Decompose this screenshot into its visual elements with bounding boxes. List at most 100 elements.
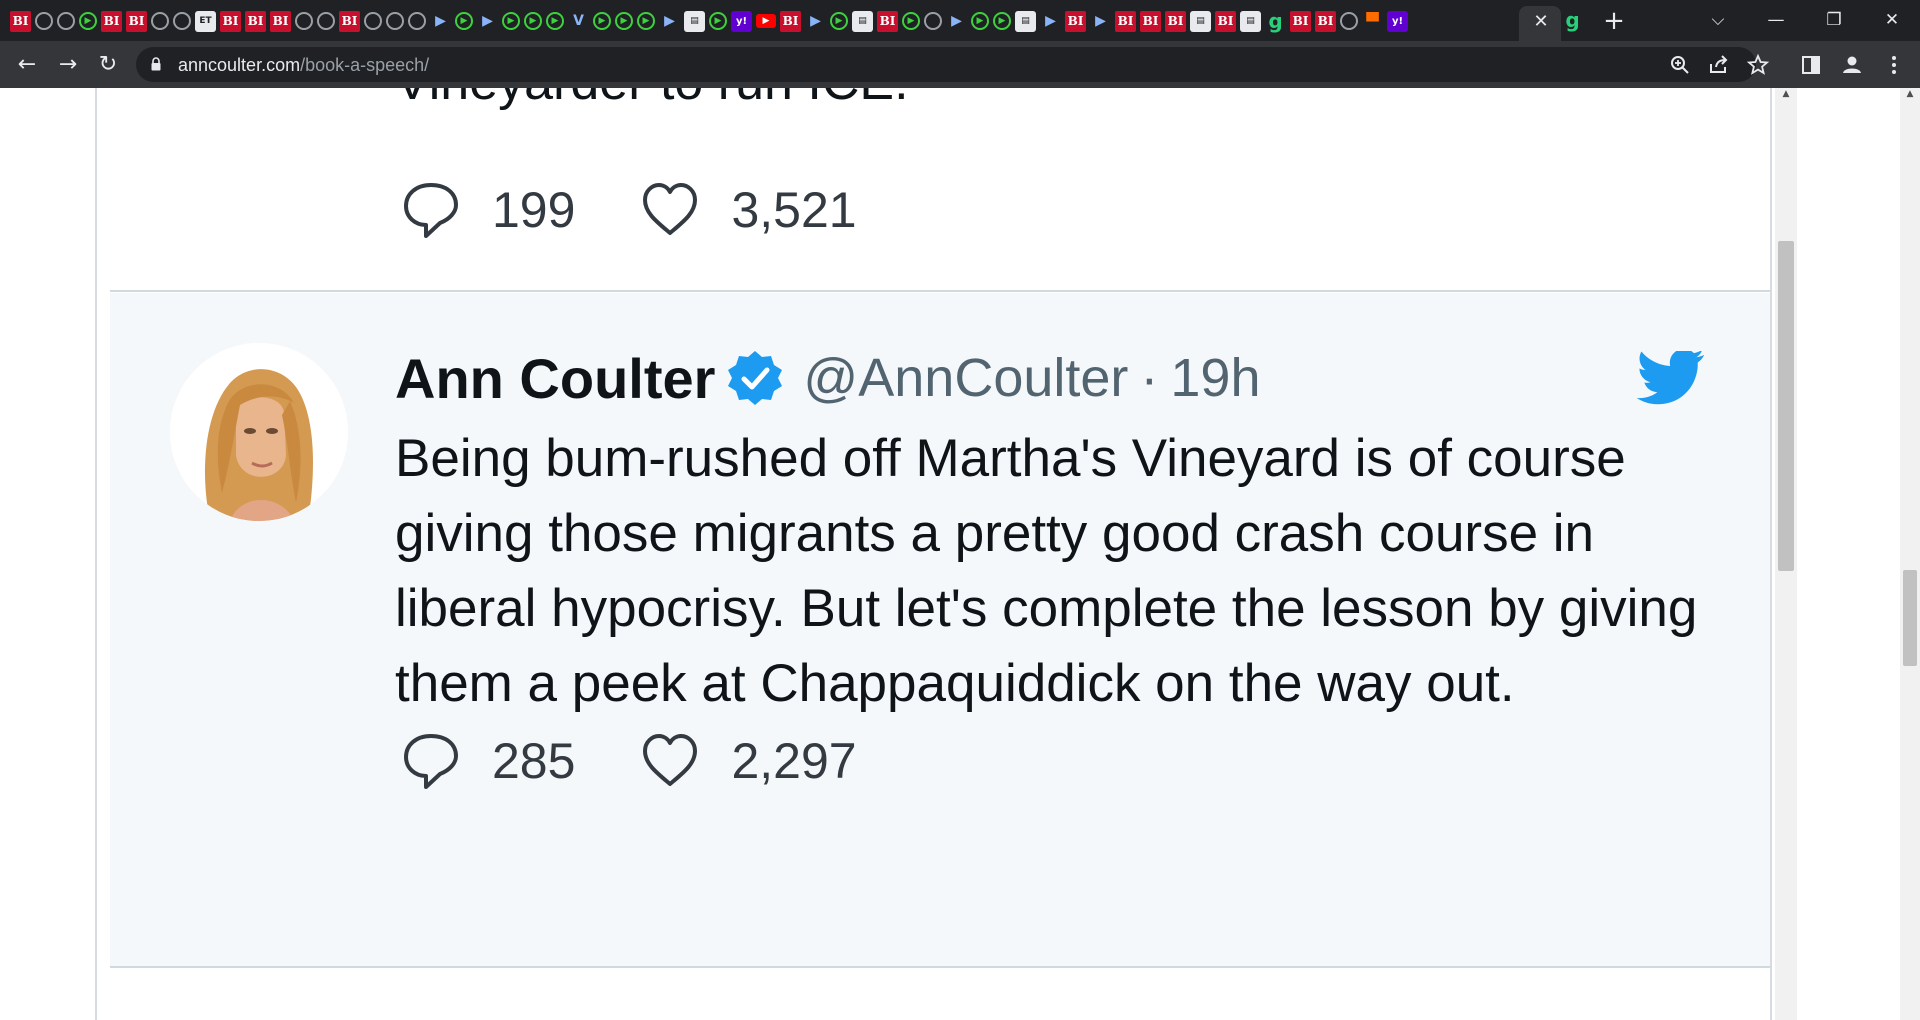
tweet-previous[interactable]: Vineyarder to run ICE. 199 3,521 [110,88,1770,292]
tab-favicon-globe-icon[interactable] [1340,12,1358,30]
tab-favicon-flag-icon[interactable]: ▶ [659,11,680,32]
tab-favicon-flag-icon[interactable]: ▶ [430,11,451,32]
tab-favicon-play-icon[interactable]: ▶ [502,12,520,30]
tab-favicon-globe-icon[interactable] [151,12,169,30]
tab-favicon-v-icon[interactable]: V [568,11,589,32]
tab-favicon-misc-icon[interactable]: ▤ [852,10,873,32]
tab-favicon-play-icon[interactable]: ▶ [593,12,611,30]
tweet-next[interactable] [110,970,1770,1020]
page-scroll-thumb[interactable] [1903,570,1917,666]
tab-favicon-globe-icon[interactable] [35,12,53,30]
tab-favicon-play-icon[interactable]: ▶ [902,12,920,30]
tab-favicon-bi-icon[interactable]: BI [1290,10,1311,32]
page-scrollbar[interactable]: ▲ [1900,88,1920,1020]
tab-favicon-bi-icon[interactable]: BI [10,10,31,32]
zoom-icon[interactable] [1668,53,1692,77]
like-icon[interactable] [639,730,701,792]
tab-favicon-flag-icon[interactable]: ▶ [1040,11,1061,32]
profile-icon[interactable] [1838,51,1866,79]
reply-icon[interactable] [400,179,462,241]
like-icon[interactable] [639,179,701,241]
scroll-up-arrow-icon[interactable]: ▲ [1780,88,1792,100]
tab-favicon-bi-icon[interactable]: BI [877,10,898,32]
tab-favicon-globe-icon[interactable] [386,12,404,30]
tweet-timestamp[interactable]: 19h [1170,347,1260,409]
tweet-actions: 199 3,521 [400,178,921,242]
page-scroll-up-arrow-icon[interactable]: ▲ [1904,88,1916,100]
tab-favicon-misc-icon[interactable]: ▤ [684,10,705,32]
tab-favicon-bi-icon[interactable]: BI [1140,10,1161,32]
star-icon[interactable] [1746,53,1770,77]
tab-favicon-yt-icon[interactable]: ▶ [756,14,776,28]
tab-favicon-globe-icon[interactable] [924,12,942,30]
tab-favicon-globe-icon[interactable] [295,12,313,30]
author-handle[interactable]: @AnnCoulter [803,347,1128,409]
tab-favicon-flag-icon[interactable]: ▶ [805,11,826,32]
tab-favicon-flag-icon[interactable]: ▶ [946,11,967,32]
tab-favicon-play-icon[interactable]: ▶ [546,12,564,30]
twitter-bird-icon[interactable] [1636,351,1708,411]
timeline-scroll-thumb[interactable] [1778,241,1794,571]
tab-favicon-bi-icon[interactable]: BI [339,10,360,32]
tab-favicon-bi-icon[interactable]: BI [1315,10,1336,32]
tab-favicon-flag-icon[interactable]: ▶ [1090,11,1111,32]
tab-favicon-bm-icon[interactable]: ▀ [1362,11,1383,32]
forward-button[interactable]: → [53,50,83,80]
tab-search-button[interactable]: ⌵ [1690,0,1746,41]
tab-favicon-globe-icon[interactable] [317,12,335,30]
address-bar[interactable]: anncoulter.com/book-a-speech/ [136,47,1770,82]
tab-favicon-globe-icon[interactable] [364,12,382,30]
tab-favicon-play-icon[interactable]: ▶ [637,12,655,30]
tab-favicon-g[interactable]: g [1562,8,1583,32]
tab-favicon-bi-icon[interactable]: BI [1115,10,1136,32]
close-window-button[interactable]: ✕ [1864,0,1920,41]
avatar[interactable] [170,343,348,521]
active-tab[interactable]: ✕ [1519,6,1561,41]
author-name[interactable]: Ann Coulter [395,346,715,411]
tab-favicon-bi-icon[interactable]: BI [1215,10,1236,32]
tab-favicon-bi-icon[interactable]: BI [780,10,801,32]
share-icon[interactable] [1707,53,1731,77]
side-panel-icon[interactable] [1797,51,1825,79]
tab-favicon-play-icon[interactable]: ▶ [455,12,473,30]
tab-favicon-play-icon[interactable]: ▶ [79,12,97,30]
tab-favicon-g-icon[interactable]: g [1265,9,1286,33]
reload-button[interactable]: ↻ [93,50,123,80]
tab-favicon-bi-icon[interactable]: BI [126,10,147,32]
tab-favicon-yahoo-icon[interactable]: y! [731,10,752,32]
tab-favicon-play-icon[interactable]: ▶ [615,12,633,30]
reply-count: 199 [492,182,576,238]
tab-favicon-play-icon[interactable]: ▶ [971,12,989,30]
url-text[interactable]: anncoulter.com/book-a-speech/ [178,55,429,75]
tab-favicon-flag-icon[interactable]: ▶ [477,11,498,32]
tab-favicon-globe-icon[interactable] [408,12,426,30]
tab-close-icon[interactable]: ✕ [1532,13,1550,31]
tab-favicon-misc-icon[interactable]: ▤ [1190,10,1211,32]
back-button[interactable]: ← [12,50,42,80]
tab-favicon-bi-icon[interactable]: BI [245,10,266,32]
tab-favicon-misc-icon[interactable]: ▤ [1015,10,1036,32]
tab-favicon-play-icon[interactable]: ▶ [993,12,1011,30]
tab-favicon-bi-icon[interactable]: BI [1165,10,1186,32]
tab-favicon-play-icon[interactable]: ▶ [524,12,542,30]
lock-icon[interactable] [150,57,162,71]
tab-favicon-play-icon[interactable]: ▶ [709,12,727,30]
tab-favicon-globe-icon[interactable] [57,12,75,30]
reply-icon[interactable] [400,730,462,792]
tab-favicon-misc-icon[interactable]: ▤ [1240,10,1261,32]
tab-favicon-globe-icon[interactable] [173,12,191,30]
tab-favicon-bi-icon[interactable]: BI [220,10,241,32]
minimize-button[interactable]: — [1748,0,1804,41]
tab-favicon-bi-icon[interactable]: BI [1065,10,1086,32]
timeline-scrollbar[interactable]: ▲ [1775,88,1797,1020]
new-tab-button[interactable]: + [1600,7,1628,35]
tab-favicon-play-icon[interactable]: ▶ [830,12,848,30]
kebab-menu-icon[interactable] [1880,51,1908,79]
tab-favicon-bi-icon[interactable]: BI [101,10,122,32]
browser-toolbar: ← → ↻ anncoulter.com/book-a-speech/ [0,41,1920,88]
tab-favicon-et-icon[interactable]: ET [195,10,216,32]
tab-favicon-bi-icon[interactable]: BI [270,10,291,32]
tweet[interactable]: Ann Coulter @AnnCoulter · 19h Being bum-… [110,293,1770,968]
tab-favicon-yahoo-icon[interactable]: y! [1387,10,1408,32]
restore-button[interactable]: ❐ [1806,0,1862,41]
